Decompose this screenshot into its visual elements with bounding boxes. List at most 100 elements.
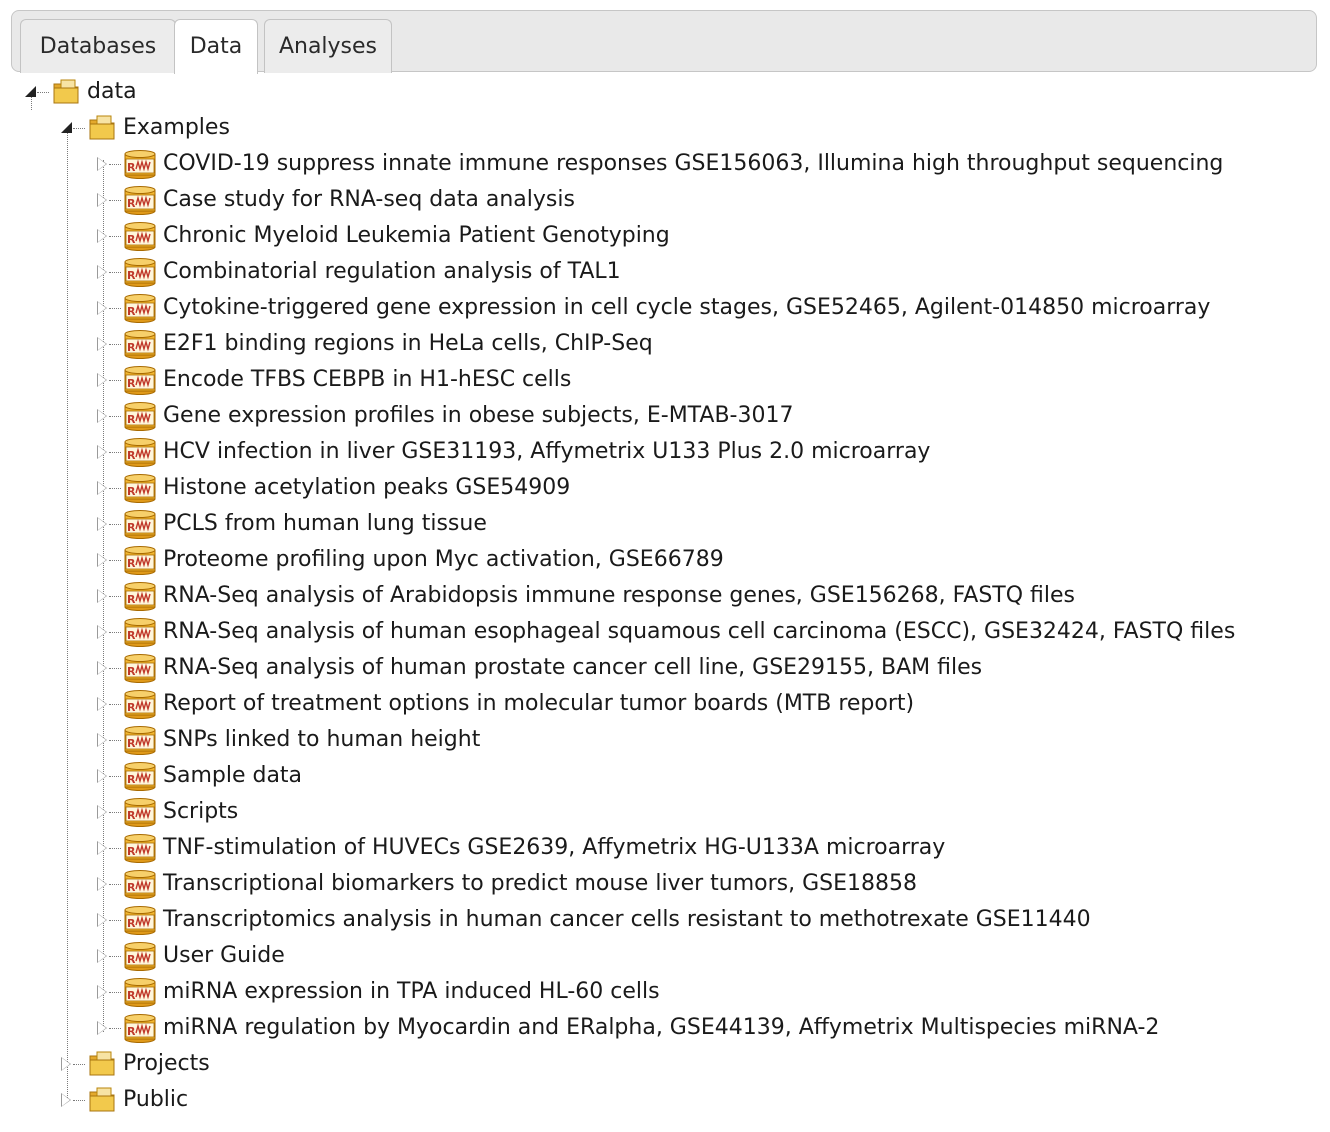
database-icon: R [124, 762, 156, 791]
expand-toggle[interactable] [96, 445, 109, 459]
tree-node-example[interactable]: R Case study for RNA-seq data analysis [96, 183, 575, 217]
database-icon: R [124, 474, 156, 503]
tree-node-example[interactable]: R Cytokine-triggered gene expression in … [96, 291, 1210, 325]
expand-toggle[interactable] [96, 517, 109, 531]
expand-toggle[interactable] [96, 481, 109, 495]
database-icon: R [124, 834, 156, 863]
tree-node-example[interactable]: R User Guide [96, 939, 285, 973]
tree-node-projects[interactable]: Projects [60, 1047, 210, 1081]
svg-text:R: R [127, 809, 136, 822]
expand-toggle[interactable] [96, 805, 109, 819]
expand-toggle[interactable] [60, 1057, 73, 1071]
database-icon: R [124, 798, 156, 827]
expand-toggle[interactable] [96, 625, 109, 639]
tree-node-example[interactable]: R Gene expression profiles in obese subj… [96, 399, 793, 433]
expand-toggle[interactable] [96, 337, 109, 351]
svg-text:R: R [127, 449, 136, 462]
svg-text:R: R [127, 1025, 136, 1038]
tree-node-data[interactable]: data [24, 75, 137, 109]
tree-node-example[interactable]: R Histone acetylation peaks GSE54909 [96, 471, 570, 505]
tree-node-example[interactable]: R Scripts [96, 795, 238, 829]
tree-node-example[interactable]: R COVID-19 suppress innate immune respon… [96, 147, 1223, 181]
tree-node-example[interactable]: R E2F1 binding regions in HeLa cells, Ch… [96, 327, 653, 361]
tree-node-label: RNA-Seq analysis of Arabidopsis immune r… [163, 583, 1076, 608]
svg-text:R: R [127, 521, 136, 534]
expand-toggle[interactable] [96, 409, 109, 423]
expand-toggle[interactable] [96, 913, 109, 927]
expand-toggle[interactable] [96, 769, 109, 783]
svg-text:R: R [127, 557, 136, 570]
tree-node-example[interactable]: R miRNA expression in TPA induced HL-60 … [96, 975, 660, 1009]
svg-text:R: R [127, 269, 136, 282]
svg-text:R: R [127, 485, 136, 498]
tree-node-example[interactable]: R Proteome profiling upon Myc activation… [96, 543, 724, 577]
database-icon: R [124, 222, 156, 251]
expand-toggle[interactable] [96, 697, 109, 711]
expand-toggle[interactable] [96, 1021, 109, 1035]
folder-icon [89, 115, 115, 140]
expand-toggle[interactable] [96, 661, 109, 675]
expand-toggle[interactable] [96, 373, 109, 387]
tree-node-example[interactable]: R SNPs linked to human height [96, 723, 480, 757]
database-icon: R [124, 906, 156, 935]
expand-toggle[interactable] [96, 733, 109, 747]
tree-node-example[interactable]: R RNA-Seq analysis of human prostate can… [96, 651, 982, 685]
tab-data[interactable]: Data [174, 19, 258, 74]
tree-node-label: RNA-Seq analysis of human esophageal squ… [163, 619, 1236, 644]
tree-node-label: COVID-19 suppress innate immune response… [163, 151, 1224, 176]
tree-node-example[interactable]: R Report of treatment options in molecul… [96, 687, 914, 721]
tree-node-example[interactable]: R TNF-stimulation of HUVECs GSE2639, Aff… [96, 831, 945, 865]
tree-node-example[interactable]: R HCV infection in liver GSE31193, Affym… [96, 435, 930, 469]
tab-analyses[interactable]: Analyses [264, 19, 392, 73]
expand-toggle[interactable] [96, 265, 109, 279]
tree-node-label: Combinatorial regulation analysis of TAL… [163, 259, 621, 284]
tree-node-public[interactable]: Public [60, 1083, 188, 1117]
tree-node-label: Sample data [163, 763, 303, 788]
tree-node-examples[interactable]: Examples [60, 111, 230, 145]
tree-node-label: Projects [123, 1051, 210, 1076]
expand-toggle[interactable] [96, 193, 109, 207]
tree-node-example[interactable]: R Sample data [96, 759, 302, 793]
tree-node-label: Encode TFBS CEBPB in H1-hESC cells [163, 367, 572, 392]
tree-node-example[interactable]: R Encode TFBS CEBPB in H1-hESC cells [96, 363, 571, 397]
expand-toggle[interactable] [96, 589, 109, 603]
expand-toggle[interactable] [24, 85, 37, 99]
svg-text:R: R [127, 953, 136, 966]
tree-node-example[interactable]: R Transcriptional biomarkers to predict … [96, 867, 917, 901]
expand-toggle[interactable] [96, 841, 109, 855]
tree-node-label: E2F1 binding regions in HeLa cells, ChIP… [163, 331, 653, 356]
svg-text:R: R [127, 665, 136, 678]
svg-text:R: R [127, 737, 136, 750]
expand-toggle[interactable] [96, 301, 109, 315]
expand-toggle[interactable] [60, 1093, 73, 1107]
expand-toggle[interactable] [96, 157, 109, 171]
folder-icon [89, 1087, 115, 1112]
expand-toggle[interactable] [96, 985, 109, 999]
expand-toggle[interactable] [96, 229, 109, 243]
database-icon: R [124, 1014, 156, 1043]
tree-node-example[interactable]: R miRNA regulation by Myocardin and ERal… [96, 1011, 1159, 1045]
database-icon: R [124, 978, 156, 1007]
svg-text:R: R [127, 305, 136, 318]
tree-node-example[interactable]: R PCLS from human lung tissue [96, 507, 487, 541]
database-icon: R [124, 186, 156, 215]
tab-databases[interactable]: Databases [20, 19, 176, 73]
expand-toggle[interactable] [60, 121, 73, 135]
svg-text:R: R [127, 845, 136, 858]
tree-node-example[interactable]: R RNA-Seq analysis of human esophageal s… [96, 615, 1235, 649]
svg-text:R: R [127, 233, 136, 246]
tree-node-example[interactable]: R Chronic Myeloid Leukemia Patient Genot… [96, 219, 670, 253]
tree-node-label: SNPs linked to human height [163, 727, 481, 752]
tree-node-label: Cytokine-triggered gene expression in ce… [163, 295, 1211, 320]
tree-node-example[interactable]: R Combinatorial regulation analysis of T… [96, 255, 621, 289]
tree-node-label: Proteome profiling upon Myc activation, … [163, 547, 724, 572]
expand-toggle[interactable] [96, 949, 109, 963]
svg-text:R: R [127, 161, 136, 174]
expand-toggle[interactable] [96, 553, 109, 567]
svg-text:R: R [127, 917, 136, 930]
tree-node-label: Histone acetylation peaks GSE54909 [163, 475, 571, 500]
svg-text:R: R [127, 773, 136, 786]
tree-node-example[interactable]: R RNA-Seq analysis of Arabidopsis immune… [96, 579, 1075, 613]
expand-toggle[interactable] [96, 877, 109, 891]
tree-node-example[interactable]: R Transcriptomics analysis in human canc… [96, 903, 1091, 937]
